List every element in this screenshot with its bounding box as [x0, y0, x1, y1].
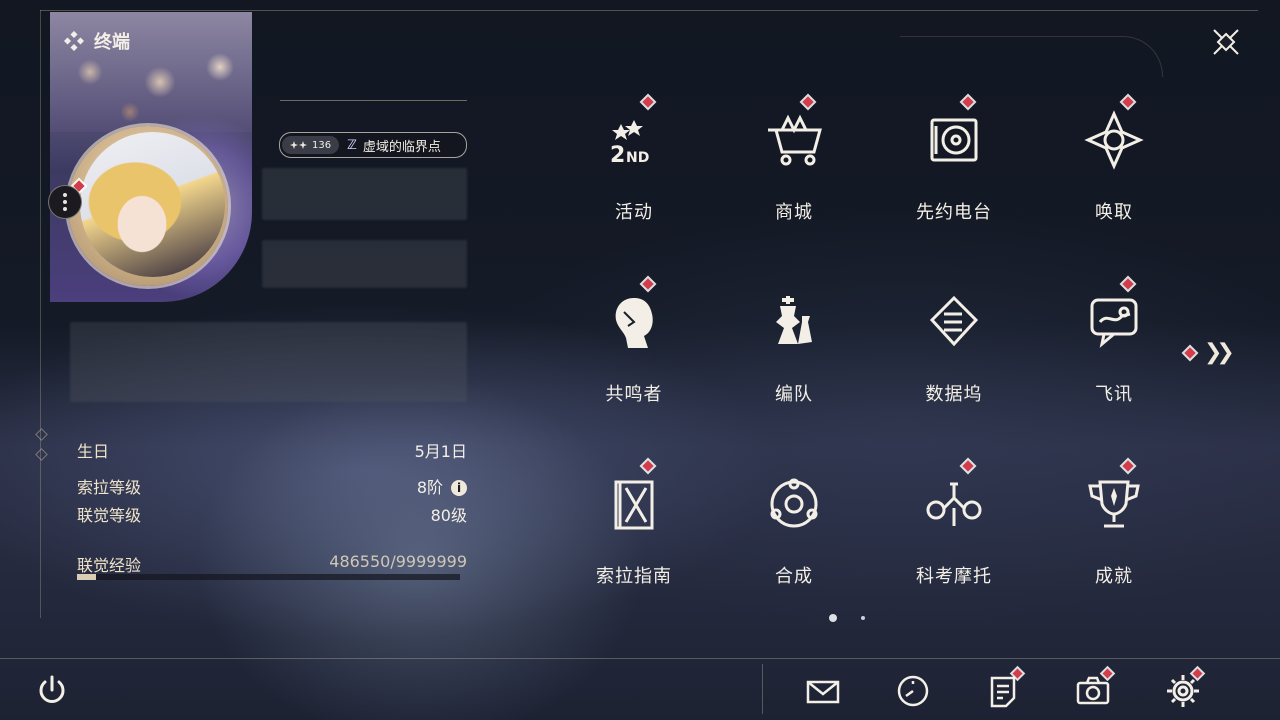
guidebook-icon — [604, 474, 664, 534]
sol-rank-value: 8阶 — [416, 478, 443, 497]
blurred-signature-field[interactable] — [70, 322, 467, 402]
frame-top-line — [40, 10, 1258, 11]
birthday-label: 生日 — [77, 442, 110, 461]
menu-item-7[interactable]: 数据坞 — [874, 270, 1034, 440]
terminal-header: 终端 — [64, 28, 130, 54]
power-icon[interactable] — [34, 672, 70, 708]
bottom-bar-line — [0, 658, 1280, 659]
notification-badge — [1122, 278, 1134, 290]
menu-item-12[interactable]: 成就 — [1034, 452, 1194, 622]
notification-badge — [642, 460, 654, 472]
menu-item-2[interactable]: 商城 — [714, 88, 874, 258]
name-underline — [280, 100, 467, 101]
union-exp-label: 联觉经验 — [77, 556, 142, 575]
union-exp-fill — [77, 574, 96, 580]
gear-icon — [1164, 672, 1202, 714]
notes-button[interactable] — [984, 668, 1023, 710]
frame-tick — [35, 428, 48, 441]
data-bank-icon — [924, 292, 984, 352]
menu-item-label: 成就 — [1095, 566, 1133, 587]
svg-text:2: 2 — [610, 143, 625, 168]
menu-item-label: 科考摩托 — [916, 566, 992, 587]
union-exp-bar — [77, 574, 460, 580]
notification-badge — [1122, 96, 1134, 108]
menu-item-label: 飞讯 — [1095, 384, 1133, 405]
mail-icon — [804, 672, 842, 714]
menu-item-10[interactable]: 合成 — [714, 452, 874, 622]
camera-button[interactable] — [1074, 668, 1113, 710]
motorcycle-icon — [924, 474, 984, 534]
settings-button[interactable] — [1164, 668, 1203, 710]
radio-vinyl-icon — [924, 110, 984, 170]
notes-icon — [984, 672, 1022, 714]
menu-item-5[interactable]: 共鸣者 — [554, 270, 714, 440]
menu-item-label: 合成 — [775, 566, 813, 587]
svg-text:ND: ND — [626, 150, 649, 166]
notification-badge — [1122, 460, 1134, 472]
next-page-arrow[interactable]: ❯❯ — [1184, 340, 1235, 365]
event-2nd-anniversary-icon: 2 ND — [604, 110, 664, 170]
avatar[interactable] — [80, 132, 225, 277]
convene-star-icon — [1084, 110, 1144, 170]
info-icon[interactable]: i — [451, 480, 467, 496]
trophy-icon — [1084, 474, 1144, 534]
team-chess-icon — [764, 292, 824, 352]
frame-left-line — [40, 10, 41, 618]
page-indicator-2[interactable] — [861, 616, 865, 620]
blurred-name-field — [262, 168, 467, 220]
menu-item-label: 数据坞 — [925, 384, 983, 405]
message-chat-icon — [1084, 292, 1144, 352]
bottom-bar-separator — [762, 664, 763, 714]
menu-item-label: 先约电台 — [916, 202, 992, 223]
birthday-value: 5月1日 — [414, 442, 467, 461]
title-tag-text: 虚域的临界点 — [362, 139, 441, 155]
union-exp-value: 486550/9999999 — [329, 552, 467, 571]
union-level-label: 联觉等级 — [77, 506, 142, 525]
menu-item-6[interactable]: 编队 — [714, 270, 874, 440]
close-icon[interactable] — [1208, 24, 1244, 60]
menu-item-8[interactable]: 飞讯 — [1034, 270, 1194, 440]
mail-button[interactable] — [804, 672, 842, 710]
menu-item-label: 索拉指南 — [596, 566, 672, 587]
menu-item-label: 编队 — [775, 384, 813, 405]
events-clock-button[interactable] — [894, 672, 932, 710]
notification-badge — [802, 96, 814, 108]
menu-item-label: 共鸣者 — [605, 384, 663, 405]
blurred-id-field — [262, 240, 467, 288]
terminal-title: 终端 — [94, 32, 130, 53]
resonator-portrait-icon — [604, 292, 664, 352]
sol-rank-value-wrap: 8阶 i — [417, 474, 467, 498]
profile-more-button[interactable] — [48, 185, 82, 219]
union-level-value-text: 80级 — [430, 506, 467, 525]
diamond-cluster-icon — [64, 31, 84, 51]
camera-icon — [1074, 672, 1112, 714]
menu-item-label: 唤取 — [1095, 202, 1133, 223]
menu-item-4[interactable]: 唤取 — [1034, 88, 1194, 258]
menu-item-9[interactable]: 索拉指南 — [554, 452, 714, 622]
menu-item-3[interactable]: 先约电台 — [874, 88, 1034, 258]
notification-badge — [962, 96, 974, 108]
frame-tick — [35, 448, 48, 461]
sol-rank-label: 索拉等级 — [77, 478, 142, 497]
frame-corner-line — [900, 36, 1163, 77]
sparkle-icon — [290, 141, 307, 149]
clock-icon — [894, 672, 932, 714]
synthesis-icon — [764, 474, 824, 534]
menu-item-11[interactable]: 科考摩托 — [874, 452, 1034, 622]
page-indicator-1[interactable] — [829, 614, 837, 622]
notification-badge — [962, 460, 974, 472]
union-level-value: 136 — [312, 139, 332, 151]
shop-cart-crown-icon — [764, 110, 824, 170]
menu-item-label: 活动 — [615, 202, 653, 223]
tag-z-icon: ℤ — [347, 137, 357, 153]
menu-item-label: 商城 — [775, 202, 813, 223]
notification-badge — [642, 278, 654, 290]
notification-badge — [642, 96, 654, 108]
title-tag[interactable]: 136 ℤ 虚域的临界点 — [279, 132, 467, 158]
union-level-badge: 136 — [282, 136, 340, 154]
menu-item-1[interactable]: 2 ND 活动 — [554, 88, 714, 258]
